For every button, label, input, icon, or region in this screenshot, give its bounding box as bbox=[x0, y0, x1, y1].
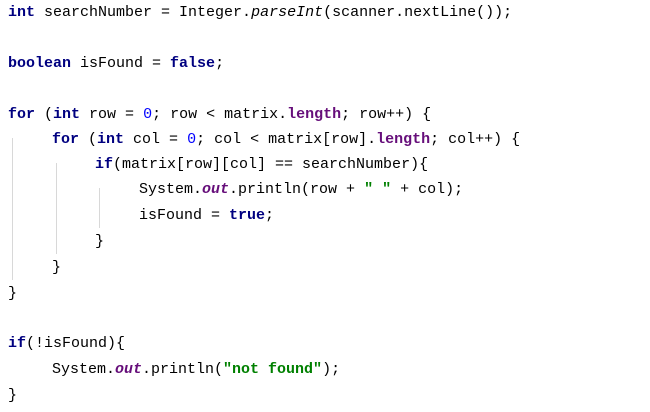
keyword-token: for bbox=[52, 131, 80, 148]
code-token: } bbox=[52, 259, 62, 276]
code-line: for (int row = 0; row < matrix.length; r… bbox=[8, 102, 431, 127]
method-token: parseInt bbox=[251, 4, 324, 21]
code-token: ; col++) { bbox=[430, 131, 521, 148]
number-token: 0 bbox=[143, 106, 153, 123]
code-token: ; col < matrix[row]. bbox=[196, 131, 377, 148]
keyword-token: int bbox=[8, 4, 36, 21]
indent-guide bbox=[12, 138, 13, 280]
code-token: (scanner.nextLine()); bbox=[323, 4, 513, 21]
code-token: .println( bbox=[142, 361, 224, 378]
code-token: col = bbox=[124, 131, 188, 148]
string-token: " " bbox=[364, 181, 392, 198]
code-line: System.out.println(row + " " + col); bbox=[139, 177, 463, 202]
keyword-token: int bbox=[97, 131, 125, 148]
code-token: ( bbox=[79, 131, 98, 148]
indent-guide bbox=[56, 163, 57, 254]
code-token: } bbox=[95, 233, 105, 250]
code-token: System. bbox=[52, 361, 116, 378]
code-token: .println(row + bbox=[229, 181, 365, 198]
code-line: } bbox=[95, 229, 104, 254]
code-editor[interactable]: int searchNumber = Integer.parseInt(scan… bbox=[0, 0, 650, 412]
keyword-token: true bbox=[229, 207, 266, 224]
code-line: isFound = true; bbox=[139, 203, 274, 228]
code-line: if(!isFound){ bbox=[8, 331, 125, 356]
field-token: out bbox=[115, 361, 143, 378]
field-token: length bbox=[376, 131, 431, 148]
code-line: } bbox=[8, 281, 17, 306]
number-token: 0 bbox=[187, 131, 197, 148]
field-token: out bbox=[202, 181, 230, 198]
code-token: ( bbox=[35, 106, 54, 123]
string-token: "not found" bbox=[223, 361, 323, 378]
code-token: + col); bbox=[391, 181, 464, 198]
code-token: searchNumber = Integer. bbox=[35, 4, 252, 21]
keyword-token: for bbox=[8, 106, 36, 123]
keyword-token: false bbox=[170, 55, 216, 72]
code-token: ; bbox=[215, 55, 225, 72]
code-token: ); bbox=[322, 361, 341, 378]
code-line: } bbox=[8, 383, 17, 408]
field-token: length bbox=[287, 106, 342, 123]
code-line: } bbox=[52, 255, 61, 280]
code-token: ; row < matrix. bbox=[152, 106, 288, 123]
code-token: System. bbox=[139, 181, 203, 198]
indent-guide bbox=[99, 188, 100, 228]
code-token: isFound = bbox=[139, 207, 230, 224]
code-line: if(matrix[row][col] == searchNumber){ bbox=[95, 152, 428, 177]
keyword-token: boolean bbox=[8, 55, 72, 72]
code-token: } bbox=[8, 285, 18, 302]
code-token: row = bbox=[80, 106, 144, 123]
code-token: isFound = bbox=[71, 55, 171, 72]
keyword-token: if bbox=[8, 335, 27, 352]
code-token: ; row++) { bbox=[341, 106, 432, 123]
code-line: System.out.println("not found"); bbox=[52, 357, 340, 382]
code-line: int searchNumber = Integer.parseInt(scan… bbox=[8, 0, 512, 25]
code-token: (!isFound){ bbox=[26, 335, 126, 352]
code-token: } bbox=[8, 387, 18, 404]
code-token: ; bbox=[265, 207, 275, 224]
code-line: boolean isFound = false; bbox=[8, 51, 224, 76]
keyword-token: if bbox=[95, 156, 114, 173]
code-token: (matrix[row][col] == searchNumber){ bbox=[113, 156, 429, 173]
code-line: for (int col = 0; col < matrix[row].leng… bbox=[52, 127, 520, 152]
keyword-token: int bbox=[53, 106, 81, 123]
